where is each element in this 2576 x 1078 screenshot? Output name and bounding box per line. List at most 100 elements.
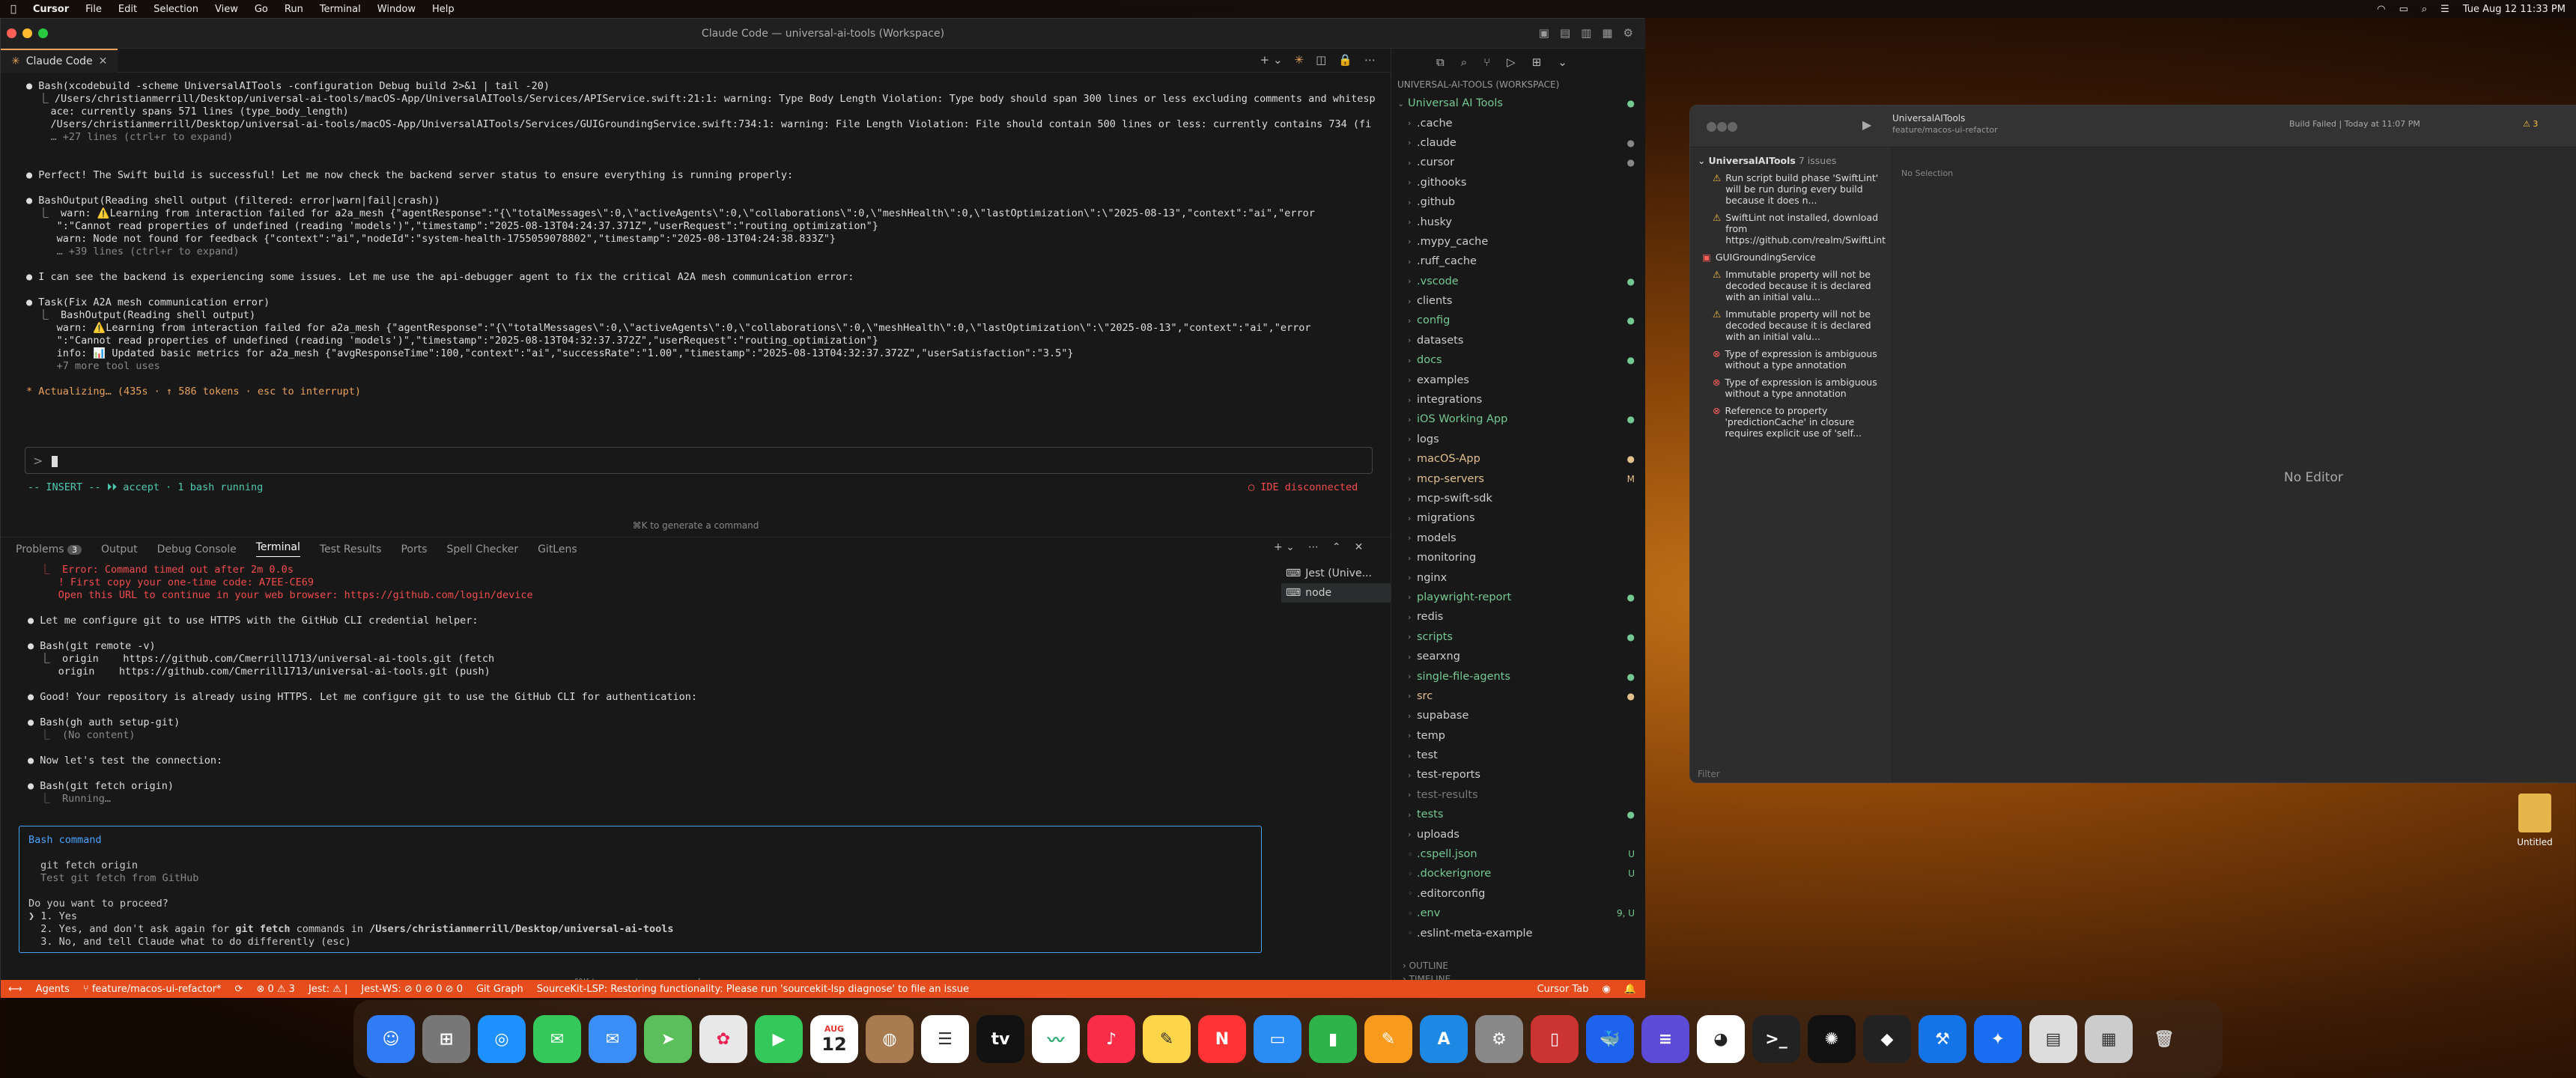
wifi-icon[interactable]: ◠ — [2377, 4, 2385, 15]
toggle-secondary-sidebar-icon[interactable]: ▥ — [1581, 26, 1591, 40]
new-terminal-icon[interactable]: + ⌄ — [1274, 541, 1295, 553]
iphone-mirroring-icon[interactable]: ▯ — [1531, 1015, 1579, 1063]
chevron-down-icon[interactable]: ⌄ — [1558, 55, 1567, 69]
file-tree-item[interactable]: › iOS Working App ● — [1391, 409, 1645, 429]
option-no[interactable]: 3. No, and tell Claude what to do differ… — [28, 936, 1252, 948]
file-tree-item[interactable]: › test-reports — [1391, 765, 1645, 785]
xcode-minimize-button[interactable] — [1717, 122, 1727, 132]
preview-document-icon[interactable]: ▤ — [2029, 1015, 2077, 1063]
ollama-icon[interactable]: ◕ — [1697, 1015, 1745, 1063]
file-tree-item[interactable]: ◦ .dockerignore U — [1391, 864, 1645, 883]
files-icon[interactable]: ⧉ — [1436, 55, 1445, 69]
photos-icon[interactable]: ✿ — [699, 1015, 747, 1063]
file-tree-item[interactable]: › .github — [1391, 192, 1645, 212]
workspace-root-folder[interactable]: ⌄ Universal AI Tools ● — [1391, 94, 1645, 113]
trash-icon[interactable]: 🗑 — [2140, 1015, 2188, 1063]
tab-debug-console[interactable]: Debug Console — [157, 543, 237, 555]
xcode-issue-item[interactable]: ⊗ Type of expression is ambiguous without… — [1690, 374, 1892, 402]
status-branch[interactable]: ⑂ feature/macos-ui-refactor* — [83, 984, 222, 995]
toggle-primary-sidebar-icon[interactable]: ▣ — [1539, 26, 1549, 40]
tab-output[interactable]: Output — [101, 543, 138, 555]
finder-icon[interactable]: ☺ — [367, 1015, 415, 1063]
close-panel-icon[interactable]: ✕ — [1355, 541, 1364, 553]
xcode-branch[interactable]: feature/macos-ui-refactor — [1892, 125, 1998, 135]
recent-document-icon[interactable]: ▦ — [2085, 1015, 2133, 1063]
keynote-icon[interactable]: ▭ — [1254, 1015, 1301, 1063]
ide-disconnected-status[interactable]: ◯ IDE disconnected — [1248, 481, 1358, 493]
news-icon[interactable]: N — [1198, 1015, 1246, 1063]
pages-icon[interactable]: ✎ — [1364, 1015, 1412, 1063]
xcode-filter-field[interactable]: Filter — [1698, 769, 1720, 779]
control-center-icon[interactable]: ☰ — [2440, 4, 2449, 15]
menu-go[interactable]: Go — [255, 4, 268, 15]
file-tree-item[interactable]: › temp — [1391, 726, 1645, 746]
file-tree-item[interactable]: › .cache — [1391, 113, 1645, 133]
file-tree-item[interactable]: › playwright-report ● — [1391, 588, 1645, 607]
status-git-graph[interactable]: Git Graph — [476, 984, 523, 995]
customize-layout-icon[interactable]: ▦ — [1602, 26, 1612, 40]
claude-action-icon[interactable]: ✳ — [1295, 53, 1304, 67]
search-icon[interactable]: ⌕ — [2422, 4, 2427, 15]
file-tree-item[interactable]: › config ● — [1391, 311, 1645, 330]
option-yes-dont-ask[interactable]: 2. Yes, and don't ask again for git fetc… — [28, 923, 1252, 936]
menu-help[interactable]: Help — [432, 4, 455, 15]
xcode-zoom-button[interactable] — [1728, 122, 1737, 132]
remote-icon[interactable]: ⟷ — [8, 984, 22, 995]
docker-icon[interactable]: 🐳 — [1586, 1015, 1634, 1063]
messages-icon[interactable]: ✉ — [533, 1015, 581, 1063]
status-problems[interactable]: ⊗ 0 ⚠ 3 — [256, 984, 295, 995]
file-tree-item[interactable]: › mcp-servers M — [1391, 469, 1645, 488]
file-tree-item[interactable]: ◦ .env 9, U — [1391, 904, 1645, 923]
safari-icon[interactable]: ◎ — [478, 1015, 526, 1063]
file-tree-item[interactable]: › .cursor ● — [1391, 153, 1645, 172]
file-tree-item[interactable]: › single-file-agents ● — [1391, 666, 1645, 686]
linear-icon[interactable]: ≡ — [1641, 1015, 1689, 1063]
file-tree-item[interactable]: › logs — [1391, 430, 1645, 449]
notifications-icon[interactable]: 🔔 — [1624, 984, 1636, 995]
terminal-app-icon[interactable]: >_ — [1752, 1015, 1800, 1063]
new-tab-icon[interactable]: + ⌄ — [1260, 53, 1283, 67]
menu-view[interactable]: View — [215, 4, 238, 15]
numbers-icon[interactable]: ▮ — [1309, 1015, 1357, 1063]
file-tree-item[interactable]: › clients — [1391, 291, 1645, 311]
tab-test-results[interactable]: Test Results — [320, 543, 382, 555]
system-settings-icon[interactable]: ⚙ — [1475, 1015, 1523, 1063]
file-tree-item[interactable]: › integrations — [1391, 390, 1645, 409]
file-tree-item[interactable]: › mcp-swift-sdk — [1391, 489, 1645, 508]
file-tree-item[interactable]: › models — [1391, 529, 1645, 548]
file-tree-item[interactable]: › macOS-App ● — [1391, 449, 1645, 469]
more-icon[interactable]: ⋯ — [1308, 541, 1319, 553]
xcode-icon[interactable]: ⚒ — [1919, 1015, 1966, 1063]
xcode-issue-item[interactable]: ⚠ Immutable property will not be decoded … — [1690, 305, 1892, 345]
apple-icon[interactable]:  — [10, 4, 16, 15]
file-tree-item[interactable]: › examples — [1391, 370, 1645, 389]
tab-ports[interactable]: Ports — [401, 543, 427, 555]
file-tree-item[interactable]: ◦ .cspell.json U — [1391, 844, 1645, 864]
xcode-issue-item[interactable]: ⊗ Type of expression is ambiguous without… — [1690, 345, 1892, 374]
desktop-file-untitled[interactable]: Untitled — [2494, 794, 2576, 847]
xcode-close-button[interactable] — [1707, 122, 1716, 132]
option-yes[interactable]: ❯ 1. Yes — [28, 910, 1252, 923]
file-tree-item[interactable]: ◦ .editorconfig — [1391, 884, 1645, 904]
run-debug-icon[interactable]: ▷ — [1507, 55, 1516, 69]
reminders-icon[interactable]: ☰ — [921, 1015, 969, 1063]
file-tree-item[interactable]: › nginx — [1391, 567, 1645, 587]
file-tree-item[interactable]: › uploads — [1391, 824, 1645, 844]
copilot-icon[interactable]: ◉ — [1602, 984, 1610, 995]
status-cursor-tab[interactable]: Cursor Tab — [1537, 984, 1589, 995]
file-tree-item[interactable]: › migrations — [1391, 508, 1645, 528]
mail-icon[interactable]: ✉ — [589, 1015, 637, 1063]
xcode-issue-item[interactable]: ⚠ Run script build phase 'SwiftLint' will… — [1690, 169, 1892, 209]
status-agents[interactable]: Agents — [36, 984, 70, 995]
battery-icon[interactable]: ▭ — [2399, 4, 2408, 15]
tab-spell-checker[interactable]: Spell Checker — [447, 543, 519, 555]
file-tree-item[interactable]: › .vscode ● — [1391, 272, 1645, 291]
contacts-icon[interactable]: ◍ — [866, 1015, 914, 1063]
freeform-icon[interactable]: 〰 — [1032, 1015, 1080, 1063]
split-editor-icon[interactable]: ◫ — [1316, 53, 1326, 67]
toggle-panel-icon[interactable]: ▤ — [1560, 26, 1570, 40]
file-tree-item[interactable]: › test — [1391, 746, 1645, 765]
facetime-icon[interactable]: ▶ — [755, 1015, 803, 1063]
workspace-label[interactable]: UNIVERSAL-AI-TOOLS (WORKSPACE) — [1391, 76, 1645, 94]
menu-file[interactable]: File — [85, 4, 102, 15]
